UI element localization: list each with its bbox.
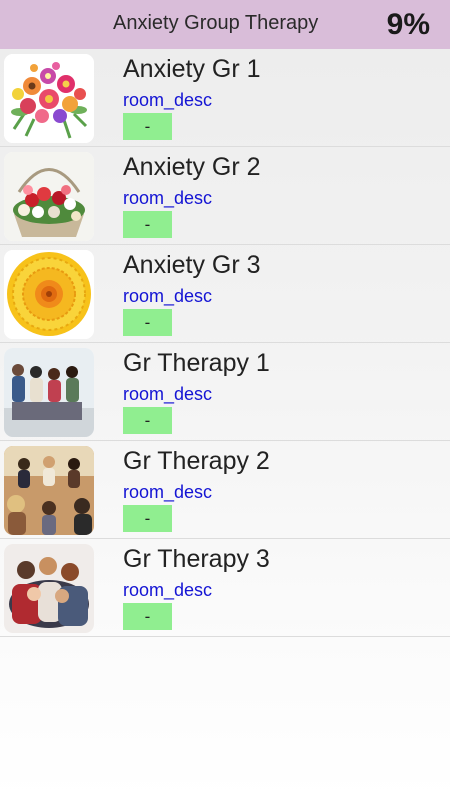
room-description: room_desc xyxy=(123,188,213,208)
room-description: room_desc xyxy=(123,384,213,404)
group-hug-photo-icon xyxy=(4,544,94,633)
room-name: Gr Therapy 3 xyxy=(123,545,270,573)
room-action-button[interactable]: - xyxy=(123,603,172,630)
room-name: Gr Therapy 2 xyxy=(123,447,270,475)
room-description: room_desc xyxy=(123,482,213,502)
app-header: Anxiety Group Therapy 9% xyxy=(0,0,450,49)
room-action-button[interactable]: - xyxy=(123,407,172,434)
group-photo-icon xyxy=(4,348,94,437)
room-description: room_desc xyxy=(123,90,213,110)
room-action-button[interactable]: - xyxy=(123,309,172,336)
room-description: room_desc xyxy=(123,286,213,306)
sunflower-icon xyxy=(4,250,94,339)
room-row-gr-therapy-2[interactable]: Gr Therapy 2 room_desc - xyxy=(0,441,450,539)
room-name: Anxiety Gr 3 xyxy=(123,251,261,279)
flower-basket-icon xyxy=(4,152,94,241)
room-action-button[interactable]: - xyxy=(123,113,172,140)
room-row-gr-therapy-3[interactable]: Gr Therapy 3 room_desc - xyxy=(0,539,450,637)
progress-percent: 9% xyxy=(386,8,430,41)
group-circle-photo-icon xyxy=(4,446,94,535)
room-list: Anxiety Gr 1 room_desc - Anxiety Gr 2 ro… xyxy=(0,49,450,637)
room-row-anxiety-gr-2[interactable]: Anxiety Gr 2 room_desc - xyxy=(0,147,450,245)
room-row-gr-therapy-1[interactable]: Gr Therapy 1 room_desc - xyxy=(0,343,450,441)
room-description: room_desc xyxy=(123,580,213,600)
room-action-button[interactable]: - xyxy=(123,505,172,532)
room-row-anxiety-gr-1[interactable]: Anxiety Gr 1 room_desc - xyxy=(0,49,450,147)
flower-bouquet-icon xyxy=(4,54,94,143)
room-name: Anxiety Gr 1 xyxy=(123,55,261,83)
room-name: Gr Therapy 1 xyxy=(123,349,270,377)
header-title: Anxiety Group Therapy xyxy=(113,12,319,34)
room-row-anxiety-gr-3[interactable]: Anxiety Gr 3 room_desc - xyxy=(0,245,450,343)
room-name: Anxiety Gr 2 xyxy=(123,153,261,181)
room-action-button[interactable]: - xyxy=(123,211,172,238)
